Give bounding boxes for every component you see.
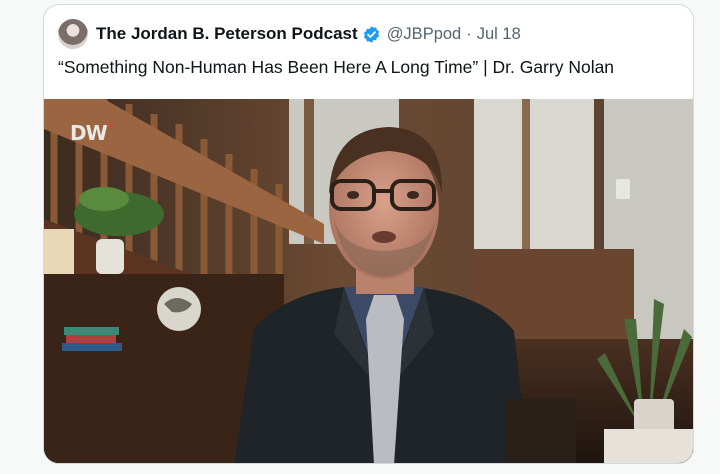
tweet-header: The Jordan B. Peterson Podcast @JBPpod ·… [58, 19, 521, 49]
tweet-date[interactable]: Jul 18 [477, 25, 521, 44]
avatar[interactable] [58, 19, 88, 49]
tweet-media-image[interactable]: DW+ [44, 99, 693, 463]
author-name[interactable]: The Jordan B. Peterson Podcast [96, 24, 358, 44]
dot-separator: · [466, 24, 472, 43]
tweet-card[interactable]: The Jordan B. Peterson Podcast @JBPpod ·… [43, 4, 694, 464]
verified-badge-icon [363, 25, 379, 43]
channel-watermark: DW+ [70, 121, 115, 145]
author-handle[interactable]: @JBPpod [387, 25, 462, 44]
tweet-text: “Something Non-Human Has Been Here A Lon… [58, 57, 615, 77]
